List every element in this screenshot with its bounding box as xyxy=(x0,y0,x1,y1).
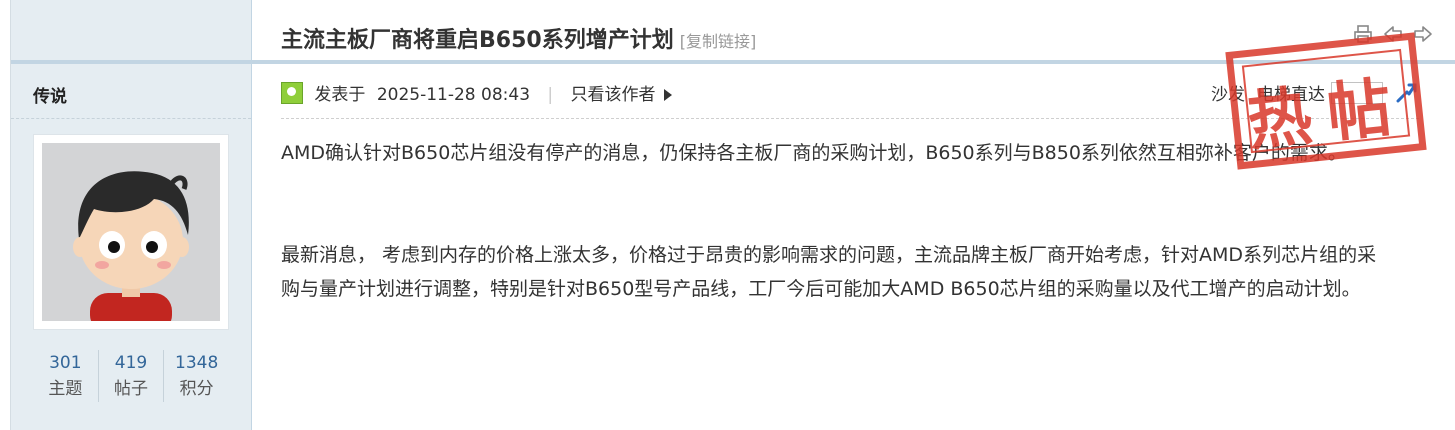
hot-post-stamp: 热帖 xyxy=(1225,32,1427,170)
author-stats: 301 主题 419 帖子 1348 积分 xyxy=(33,350,229,402)
stat-credits[interactable]: 1348 积分 xyxy=(163,350,229,402)
post-main: 主流主板厂商将重启B650系列增产计划 [复制链接] 发表于 2025-11-28… xyxy=(251,0,1455,430)
sidebar-divider xyxy=(11,118,251,119)
sidebar-header xyxy=(11,0,251,64)
stat-posts[interactable]: 419 帖子 xyxy=(97,350,164,402)
stamp-text: 热帖 xyxy=(1243,68,1411,161)
avatar-image xyxy=(42,143,220,321)
author-sidebar: 传说 301 主题 419 帖子 1348 积分 xyxy=(10,0,252,430)
copy-link[interactable]: [复制链接] xyxy=(680,32,757,51)
stat-value: 301 xyxy=(49,353,82,373)
info-separator: | xyxy=(547,85,554,105)
posted-prefix: 发表于 xyxy=(314,85,366,105)
stat-value: 1348 xyxy=(175,353,219,373)
stat-label: 积分 xyxy=(179,379,214,399)
next-thread-icon[interactable] xyxy=(1413,24,1433,44)
stat-label: 主题 xyxy=(48,379,83,399)
forum-post: 传说 301 主题 419 帖子 1348 积分 主流主板厂商将重启B650系列… xyxy=(0,0,1455,430)
thread-title-text: 主流主板厂商将重启B650系列增产计划 xyxy=(281,28,674,53)
chevron-right-icon xyxy=(663,89,672,101)
stat-label: 帖子 xyxy=(114,379,148,399)
content-paragraph: AMD确认针对B650芯片组没有停产的消息，仍保持各主板厂商的采购计划，B650… xyxy=(281,142,1347,164)
thread-title: 主流主板厂商将重启B650系列增产计划 [复制链接] xyxy=(281,22,756,54)
stat-threads[interactable]: 301 主题 xyxy=(33,350,98,402)
avatar[interactable] xyxy=(33,134,229,330)
content-paragraph: 最新消息， 考虑到内存的价格上涨太多，价格过于昂贵的影响需求的问题，主流品牌主板… xyxy=(281,244,1377,300)
author-name[interactable]: 传说 xyxy=(33,82,67,107)
post-content: AMD确认针对B650芯片组没有停产的消息，仍保持各主板厂商的采购计划，B650… xyxy=(281,136,1391,306)
only-author-link[interactable]: 只看该作者 xyxy=(571,85,656,105)
stat-value: 419 xyxy=(114,353,148,373)
posted-time: 2025-11-28 08:43 xyxy=(376,85,531,105)
post-status-icon xyxy=(281,82,303,104)
